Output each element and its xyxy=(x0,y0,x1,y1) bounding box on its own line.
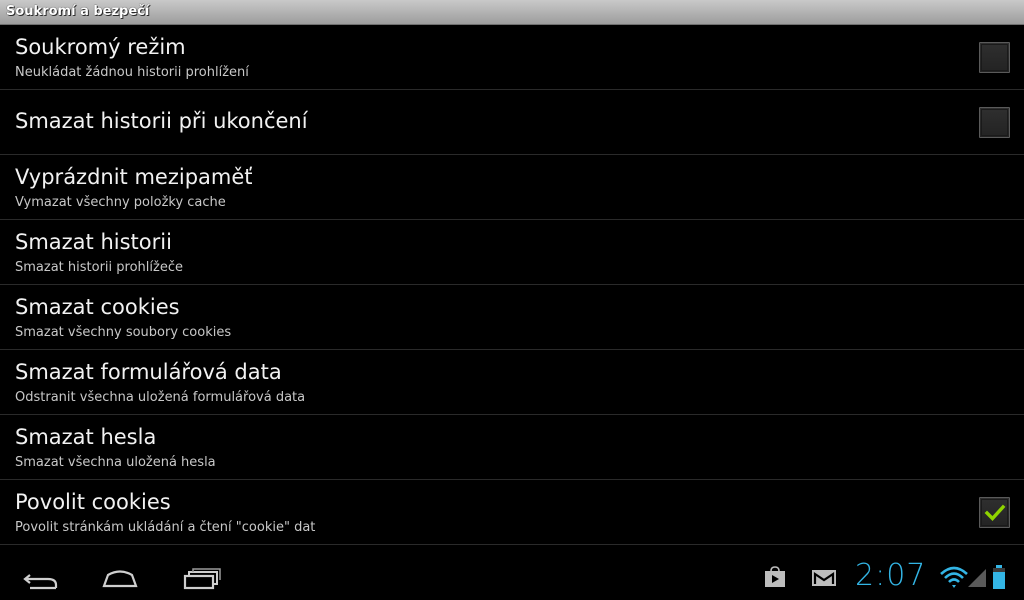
preferences-list: Soukromý režim Neukládat žádnou historii… xyxy=(0,25,1024,545)
clear-on-exit-checkbox[interactable] xyxy=(979,107,1010,138)
pref-summary: Vymazat všechny položky cache xyxy=(15,195,226,210)
gmail-icon[interactable] xyxy=(811,568,837,588)
play-store-icon[interactable] xyxy=(763,566,787,588)
back-button[interactable] xyxy=(20,562,64,592)
pref-summary: Smazat historii prohlížeče xyxy=(15,260,183,275)
pref-title: Smazat hesla xyxy=(15,425,157,449)
pref-title: Smazat cookies xyxy=(15,295,180,319)
pref-clear-history-on-exit[interactable]: Smazat historii při ukončení xyxy=(0,90,1024,155)
pref-title: Soukromý režim xyxy=(15,35,186,59)
pref-summary: Neukládat žádnou historii prohlížení xyxy=(15,65,249,80)
wifi-icon xyxy=(940,566,968,588)
pref-title: Povolit cookies xyxy=(15,490,171,514)
recent-apps-button[interactable] xyxy=(180,562,224,592)
checkmark-icon xyxy=(984,504,1006,521)
system-nav-bar: 2:07 xyxy=(0,552,1024,600)
pref-summary: Smazat všechna uložená hesla xyxy=(15,455,216,470)
battery-icon xyxy=(993,565,1005,589)
pref-clear-cache[interactable]: Vyprázdnit mezipaměť Vymazat všechny pol… xyxy=(0,155,1024,220)
pref-title: Vyprázdnit mezipaměť xyxy=(15,165,253,189)
home-icon xyxy=(102,570,138,588)
recent-apps-icon xyxy=(183,568,221,590)
status-clock[interactable]: 2:07 xyxy=(855,558,926,594)
home-button[interactable] xyxy=(100,562,144,592)
pref-clear-passwords[interactable]: Smazat hesla Smazat všechna uložená hesl… xyxy=(0,415,1024,480)
pref-private-mode[interactable]: Soukromý režim Neukládat žádnou historii… xyxy=(0,25,1024,90)
back-icon xyxy=(23,574,58,590)
pref-summary: Odstranit všechna uložená formulářová da… xyxy=(15,390,306,405)
pref-clear-form-data[interactable]: Smazat formulářová data Odstranit všechn… xyxy=(0,350,1024,415)
pref-clear-cookies[interactable]: Smazat cookies Smazat všechny soubory co… xyxy=(0,285,1024,350)
title-bar: Soukromí a bezpečí xyxy=(0,0,1024,25)
accept-cookies-checkbox[interactable] xyxy=(979,497,1010,528)
pref-summary: Smazat všechny soubory cookies xyxy=(15,325,232,340)
window-title: Soukromí a bezpečí xyxy=(6,4,150,19)
settings-screen: Soukromí a bezpečí Soukromý režim Neuklá… xyxy=(0,0,1024,600)
pref-clear-history[interactable]: Smazat historii Smazat historii prohlíže… xyxy=(0,220,1024,285)
pref-accept-cookies[interactable]: Povolit cookies Povolit stránkám ukládán… xyxy=(0,480,1024,545)
private-mode-checkbox[interactable] xyxy=(979,42,1010,73)
signal-icon xyxy=(968,569,986,587)
pref-title: Smazat historii xyxy=(15,230,172,254)
pref-summary: Povolit stránkám ukládání a čtení "cooki… xyxy=(15,520,316,535)
pref-title: Smazat formulářová data xyxy=(15,360,282,384)
pref-title: Smazat historii při ukončení xyxy=(15,109,308,133)
